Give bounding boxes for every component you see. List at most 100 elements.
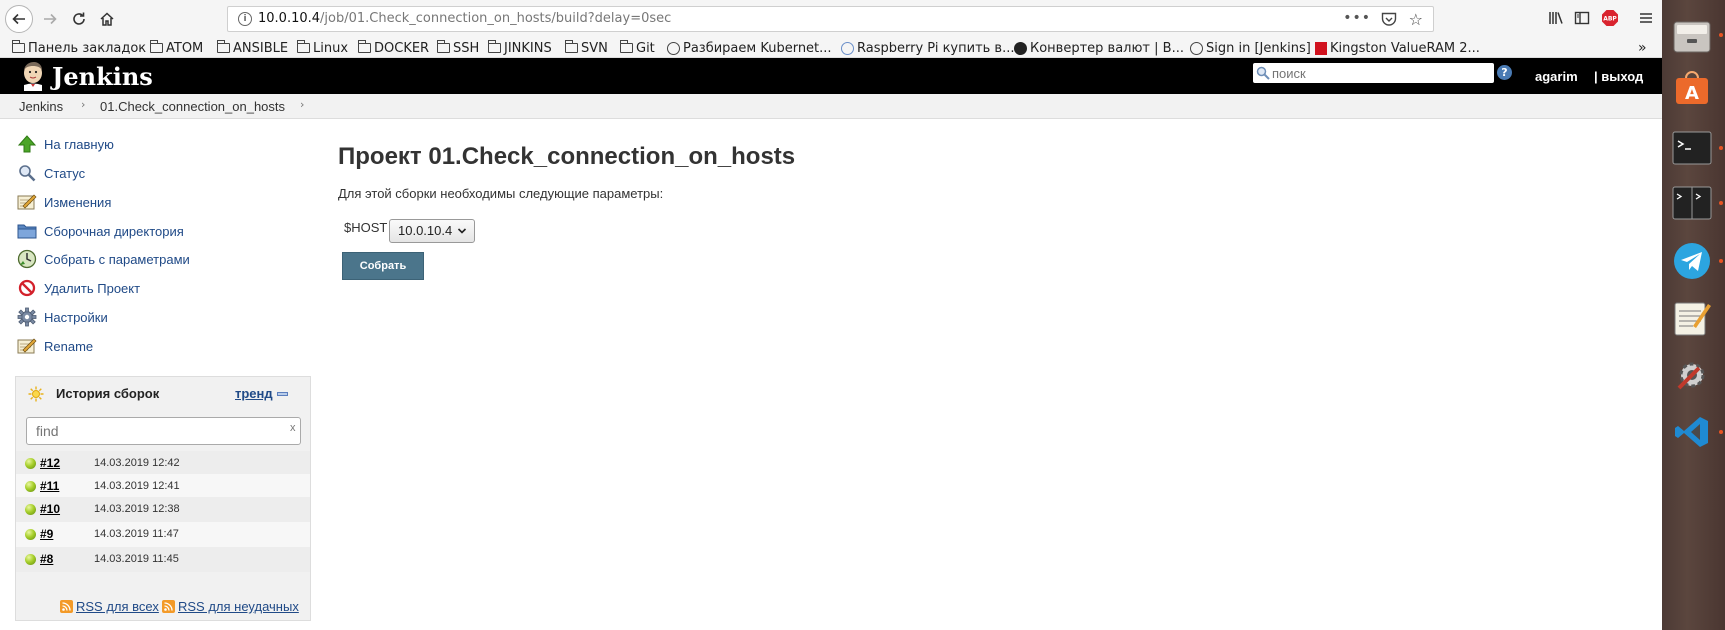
bookmark-item[interactable]: ATOM [150, 39, 203, 57]
bookmark-item[interactable]: SVN [565, 39, 608, 57]
bookmark-item[interactable]: Raspberry Pi купить в... [841, 39, 1015, 57]
bookmark-item[interactable]: Панель закладок [12, 39, 146, 57]
text-editor-icon[interactable] [1672, 298, 1712, 338]
forward-arrow-icon [44, 13, 57, 25]
logout-link[interactable]: | выход [1594, 69, 1643, 84]
vscode-icon[interactable] [1672, 412, 1712, 452]
task-build-with-params[interactable]: Собрать с параметрами [17, 248, 190, 270]
breadcrumb: Jenkins › 01.Check_connection_on_hosts › [0, 94, 1662, 119]
build-number-link[interactable]: #9 [40, 527, 53, 541]
task-status[interactable]: Статус [17, 162, 85, 184]
weather-sun-icon [28, 386, 44, 402]
terminator-icon[interactable] [1672, 183, 1712, 223]
site-info-icon[interactable]: i [238, 12, 252, 26]
rss-failed-label: RSS для неудачных [178, 599, 299, 614]
bookmark-item[interactable]: ANSIBLE [217, 39, 288, 57]
parameters-description: Для этой сборки необходимы следующие пар… [338, 186, 664, 201]
bookmarks-overflow-icon[interactable]: » [1638, 39, 1647, 57]
settings-icon[interactable] [1672, 355, 1712, 395]
build-row[interactable]: #9 14.03.2019 11:47 [16, 522, 310, 547]
task-changes[interactable]: Изменения [17, 191, 111, 213]
url-text[interactable]: 10.0.10.4/job/01.Check_connection_on_hos… [258, 11, 671, 26]
build-search-input[interactable] [26, 417, 301, 445]
breadcrumb-chevron-icon[interactable]: › [81, 98, 85, 111]
pocket-icon[interactable] [1381, 12, 1397, 31]
bookmark-label: Linux [313, 40, 349, 56]
task-home[interactable]: На главную [17, 133, 114, 155]
up-arrow-icon [17, 134, 37, 154]
bookmark-item[interactable]: Linux [297, 39, 348, 57]
magnifier-icon [17, 163, 37, 183]
build-row[interactable]: #10 14.03.2019 12:38 [16, 497, 310, 522]
sidebar-toggle-icon[interactable] [1574, 10, 1590, 30]
globe-icon [1190, 41, 1203, 55]
address-bar[interactable]: i 10.0.10.4/job/01.Check_connection_on_h… [227, 6, 1434, 32]
back-arrow-icon [12, 13, 25, 25]
task-configure[interactable]: Настройки [17, 306, 108, 328]
telegram-icon[interactable] [1672, 241, 1712, 281]
library-icon[interactable] [1548, 10, 1564, 30]
bookmark-label: Sign in [Jenkins] [1206, 40, 1311, 56]
build-date[interactable]: 14.03.2019 12:38 [94, 503, 180, 515]
collapse-minus-icon[interactable] [277, 392, 288, 396]
reload-button[interactable] [65, 5, 93, 33]
task-delete-project[interactable]: Удалить Проект [17, 277, 140, 299]
build-number-link[interactable]: #8 [40, 552, 53, 566]
breadcrumb-item[interactable]: 01.Check_connection_on_hosts [100, 99, 285, 114]
bookmark-item[interactable]: Kingston ValueRAM 2... [1315, 39, 1480, 57]
build-date[interactable]: 14.03.2019 12:41 [94, 480, 180, 492]
home-button[interactable] [93, 5, 121, 33]
build-row[interactable]: #8 14.03.2019 11:45 [16, 547, 310, 572]
build-number-link[interactable]: #10 [40, 502, 60, 516]
menu-hamburger-icon[interactable] [1638, 10, 1654, 30]
host-select[interactable]: 10.0.10.4 [389, 219, 475, 243]
build-number-link[interactable]: #12 [40, 456, 60, 470]
build-number-link[interactable]: #11 [40, 479, 59, 493]
build-row[interactable]: #11 14.03.2019 12:41 [16, 474, 310, 499]
bookmark-label: Панель закладок [28, 40, 147, 56]
build-row[interactable]: #12 14.03.2019 12:42 [16, 451, 310, 476]
build-history-title: История сборок [56, 386, 160, 401]
bookmark-item[interactable]: DOCKER [358, 39, 429, 57]
app-title[interactable]: Jenkins [52, 62, 153, 91]
software-center-icon[interactable]: A [1672, 68, 1712, 108]
back-button[interactable] [5, 5, 33, 33]
bookmark-item[interactable]: Sign in [Jenkins] [1190, 39, 1311, 57]
build-button[interactable]: Собрать [342, 252, 424, 280]
task-workspace[interactable]: Сборочная директория [17, 220, 184, 242]
bookmark-item[interactable]: Разбираем Kubernet... [667, 39, 832, 57]
rss-all-link[interactable]: RSS для всех [60, 599, 159, 614]
build-date[interactable]: 14.03.2019 12:42 [94, 457, 180, 469]
task-label: Rename [44, 338, 94, 354]
bookmark-label: ATOM [166, 40, 204, 56]
page-actions-icon[interactable]: ••• [1343, 10, 1371, 26]
search-icon [1256, 66, 1270, 80]
folder-icon [437, 40, 450, 53]
search-box[interactable] [1253, 63, 1494, 83]
ubuntu-launcher: A [1662, 0, 1725, 630]
search-input[interactable] [1272, 64, 1490, 82]
trend-link[interactable]: тренд [235, 386, 273, 401]
jenkins-butler-logo[interactable] [20, 61, 46, 91]
user-link[interactable]: agarim [1535, 69, 1578, 84]
clear-search-button[interactable]: x [290, 422, 296, 434]
bookmark-item[interactable]: SSH [437, 39, 479, 57]
files-icon[interactable] [1672, 16, 1712, 56]
bookmark-item[interactable]: Git [620, 39, 655, 57]
parameter-name: $HOST [344, 220, 388, 235]
task-rename[interactable]: Rename [17, 335, 93, 357]
breadcrumb-item[interactable]: Jenkins [19, 99, 63, 114]
bookmark-star-icon[interactable]: ☆ [1409, 10, 1423, 29]
build-date[interactable]: 14.03.2019 11:45 [94, 553, 179, 565]
terminal-icon[interactable] [1672, 128, 1712, 168]
breadcrumb-chevron-icon[interactable]: › [300, 98, 304, 111]
forward-button[interactable] [36, 5, 64, 33]
rss-failed-link[interactable]: RSS для неудачных [162, 599, 299, 614]
rss-all-label: RSS для всех [76, 599, 159, 614]
adblock-icon[interactable]: ABP [1601, 9, 1619, 31]
build-date[interactable]: 14.03.2019 11:47 [94, 528, 179, 540]
help-icon[interactable]: ? [1497, 65, 1512, 80]
bookmark-item[interactable]: Конвертер валют | В... [1014, 39, 1184, 57]
host-select-value: 10.0.10.4 [398, 223, 453, 238]
bookmark-item[interactable]: JINKINS [488, 39, 552, 57]
